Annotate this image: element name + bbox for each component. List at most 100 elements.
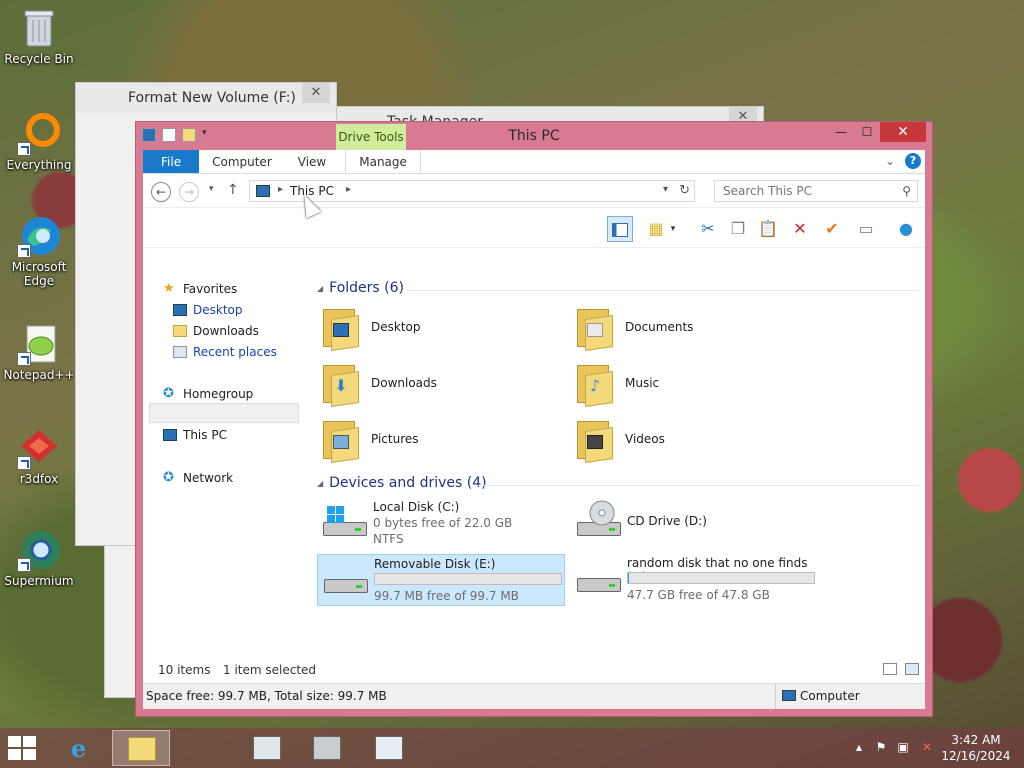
paste-icon[interactable]: 📋 [755, 216, 781, 242]
nav-recent-places[interactable]: Recent places [173, 345, 277, 359]
folder-badge [587, 323, 603, 337]
downloads-folder-icon: ⬇ [319, 361, 359, 407]
refresh-icon[interactable]: ↻ [679, 183, 690, 198]
drive-d[interactable]: CD Drive (D:) [571, 498, 819, 550]
desktop-icon-notepadpp[interactable]: Notepad++ [1, 322, 77, 382]
nav-this-pc[interactable]: This PC [163, 428, 227, 442]
folder-name: Music [625, 376, 660, 390]
nav-desktop-label: Desktop [193, 303, 243, 317]
nav-this-pc-label: This PC [183, 428, 227, 442]
drives-group-header[interactable]: Devices and drives (4) [317, 475, 486, 491]
address-dropdown-icon[interactable]: ▾ [663, 184, 668, 195]
desktop-icon-r3dfox[interactable]: r3dfox [1, 426, 77, 486]
up-button[interactable]: ↑ [227, 182, 239, 198]
item-count: 10 items [158, 663, 211, 677]
forward-button[interactable]: → [179, 182, 199, 202]
drive-c[interactable]: Local Disk (C:) 0 bytes free of 22.0 GB … [317, 498, 565, 550]
drive-usage-bar [627, 572, 815, 584]
nav-favorites[interactable]: ★ Favorites [163, 282, 237, 296]
rename-icon[interactable]: ▭ [853, 216, 879, 242]
taskbar-installer[interactable] [298, 730, 356, 766]
folders-group-header[interactable]: Folders (6) [317, 280, 404, 296]
shortcut-arrow-icon [17, 558, 31, 572]
folder-music[interactable]: ♪ Music [573, 358, 659, 408]
group-divider [477, 485, 919, 486]
folder-name: Videos [625, 432, 665, 446]
cd-drive-icon [577, 500, 623, 538]
network-tray-icon[interactable]: ▣ [896, 740, 910, 754]
taskbar-task-manager[interactable] [360, 730, 418, 766]
volume-muted-icon[interactable]: ✕ [920, 740, 934, 754]
nav-downloads[interactable]: Downloads [173, 324, 259, 338]
address-bar[interactable]: ▸ This PC ▸ ▾ ↻ [249, 180, 695, 202]
breadcrumb-separator-icon[interactable]: ▸ [278, 184, 283, 195]
nav-desktop[interactable]: Desktop [173, 303, 243, 317]
drive-free-space: 0 bytes free of 22.0 GB [373, 516, 513, 530]
desktop-icon-label: Everything [6, 158, 72, 172]
drive-usage-bar [374, 573, 562, 585]
desktop-icon-supermium[interactable]: Supermium [1, 528, 77, 588]
desktop-icon-label: r3dfox [19, 472, 59, 486]
folder-documents[interactable]: Documents [573, 302, 693, 352]
close-button[interactable]: ✕ [880, 122, 926, 142]
breadcrumb-separator-icon[interactable]: ▸ [346, 184, 351, 195]
explorer-window[interactable]: ▾ Drive Tools This PC — ☐ ✕ File Compute… [135, 121, 933, 717]
search-box[interactable]: Search This PC ⚲ [714, 180, 918, 202]
maximize-button[interactable]: ☐ [854, 122, 880, 142]
copy-icon[interactable]: ❐ [725, 216, 751, 242]
notepadpp-icon [17, 322, 61, 366]
start-button[interactable] [8, 736, 38, 760]
clock[interactable]: 3:42 AM 12/16/2024 [940, 732, 1012, 764]
taskbar-format-window[interactable] [238, 730, 296, 766]
nav-recent-label: Recent places [193, 345, 277, 359]
tab-manage[interactable]: Manage [345, 150, 421, 173]
folder-name: Pictures [371, 432, 419, 446]
tab-file[interactable]: File [143, 150, 200, 173]
drive-f[interactable]: random disk that no one finds (F:) 47.7 … [571, 554, 819, 606]
desktop-icon-label: Microsoft Edge [11, 260, 67, 288]
tab-view[interactable]: View [285, 150, 339, 173]
taskbar: e ▴ ⚑ ▣ ✕ 3:42 AM 12/16/2024 [0, 728, 1024, 768]
show-hidden-icons-icon[interactable]: ▴ [852, 740, 866, 754]
tab-computer[interactable]: Computer [199, 150, 285, 173]
large-icons-view-icon[interactable] [905, 663, 919, 675]
folder-name: Documents [625, 320, 694, 334]
this-pc-icon [256, 185, 270, 197]
taskbar-file-explorer[interactable] [112, 730, 170, 766]
nav-network[interactable]: ✪ Network [163, 471, 233, 485]
drive-name: Removable Disk (E:) [374, 557, 496, 571]
minimize-button[interactable]: — [828, 122, 854, 142]
drive-e[interactable]: Removable Disk (E:) 99.7 MB free of 99.7… [317, 554, 565, 606]
nav-homegroup[interactable]: ✪ Homegroup [163, 387, 253, 401]
folder-pictures[interactable]: Pictures [319, 414, 419, 464]
help-button[interactable]: ? [905, 153, 921, 169]
action-center-flag-icon[interactable]: ⚑ [874, 740, 888, 754]
system-tray: ▴ ⚑ ▣ ✕ 3:42 AM 12/16/2024 [844, 728, 1024, 768]
recent-locations-chevron-icon[interactable]: ▾ [209, 184, 214, 194]
clock-date: 12/16/2024 [941, 749, 1011, 763]
folder-desktop[interactable]: Desktop [319, 302, 421, 352]
details-view-icon[interactable] [883, 663, 897, 675]
format-volume-close-button[interactable]: ✕ [302, 83, 330, 103]
check-icon[interactable]: ✔ [819, 216, 845, 242]
cut-icon[interactable]: ✂ [695, 216, 721, 242]
back-button[interactable]: ← [151, 182, 171, 202]
chevron-down-icon[interactable]: ▾ [667, 216, 679, 242]
select-all-icon[interactable]: ▦ [643, 216, 669, 242]
navigation-pane-toggle-icon[interactable] [607, 216, 633, 242]
folder-videos[interactable]: Videos [573, 414, 665, 464]
space-info: Space free: 99.7 MB, Total size: 99.7 MB [146, 689, 387, 703]
expand-ribbon-chevron-icon[interactable]: ⌄ [885, 154, 895, 168]
folder-downloads[interactable]: ⬇ Downloads [319, 358, 437, 408]
desktop-icon-edge[interactable]: Microsoft Edge [1, 214, 77, 288]
taskbar-internet-explorer[interactable]: e [52, 730, 110, 766]
navigation-pane: ★ Favorites Desktop Downloads Recent pla… [143, 248, 307, 683]
desktop-icon-recycle-bin[interactable]: Recycle Bin [1, 6, 77, 66]
title-bar[interactable]: ▾ Drive Tools This PC — ☐ ✕ [136, 122, 932, 150]
desktop-icon-everything[interactable]: Everything [1, 112, 77, 172]
globe-icon[interactable]: ● [893, 216, 919, 242]
delete-icon[interactable]: ✕ [787, 216, 813, 242]
computer-icon [782, 690, 796, 701]
download-arrow-icon: ⬇ [334, 376, 348, 395]
search-icon[interactable]: ⚲ [902, 181, 911, 201]
